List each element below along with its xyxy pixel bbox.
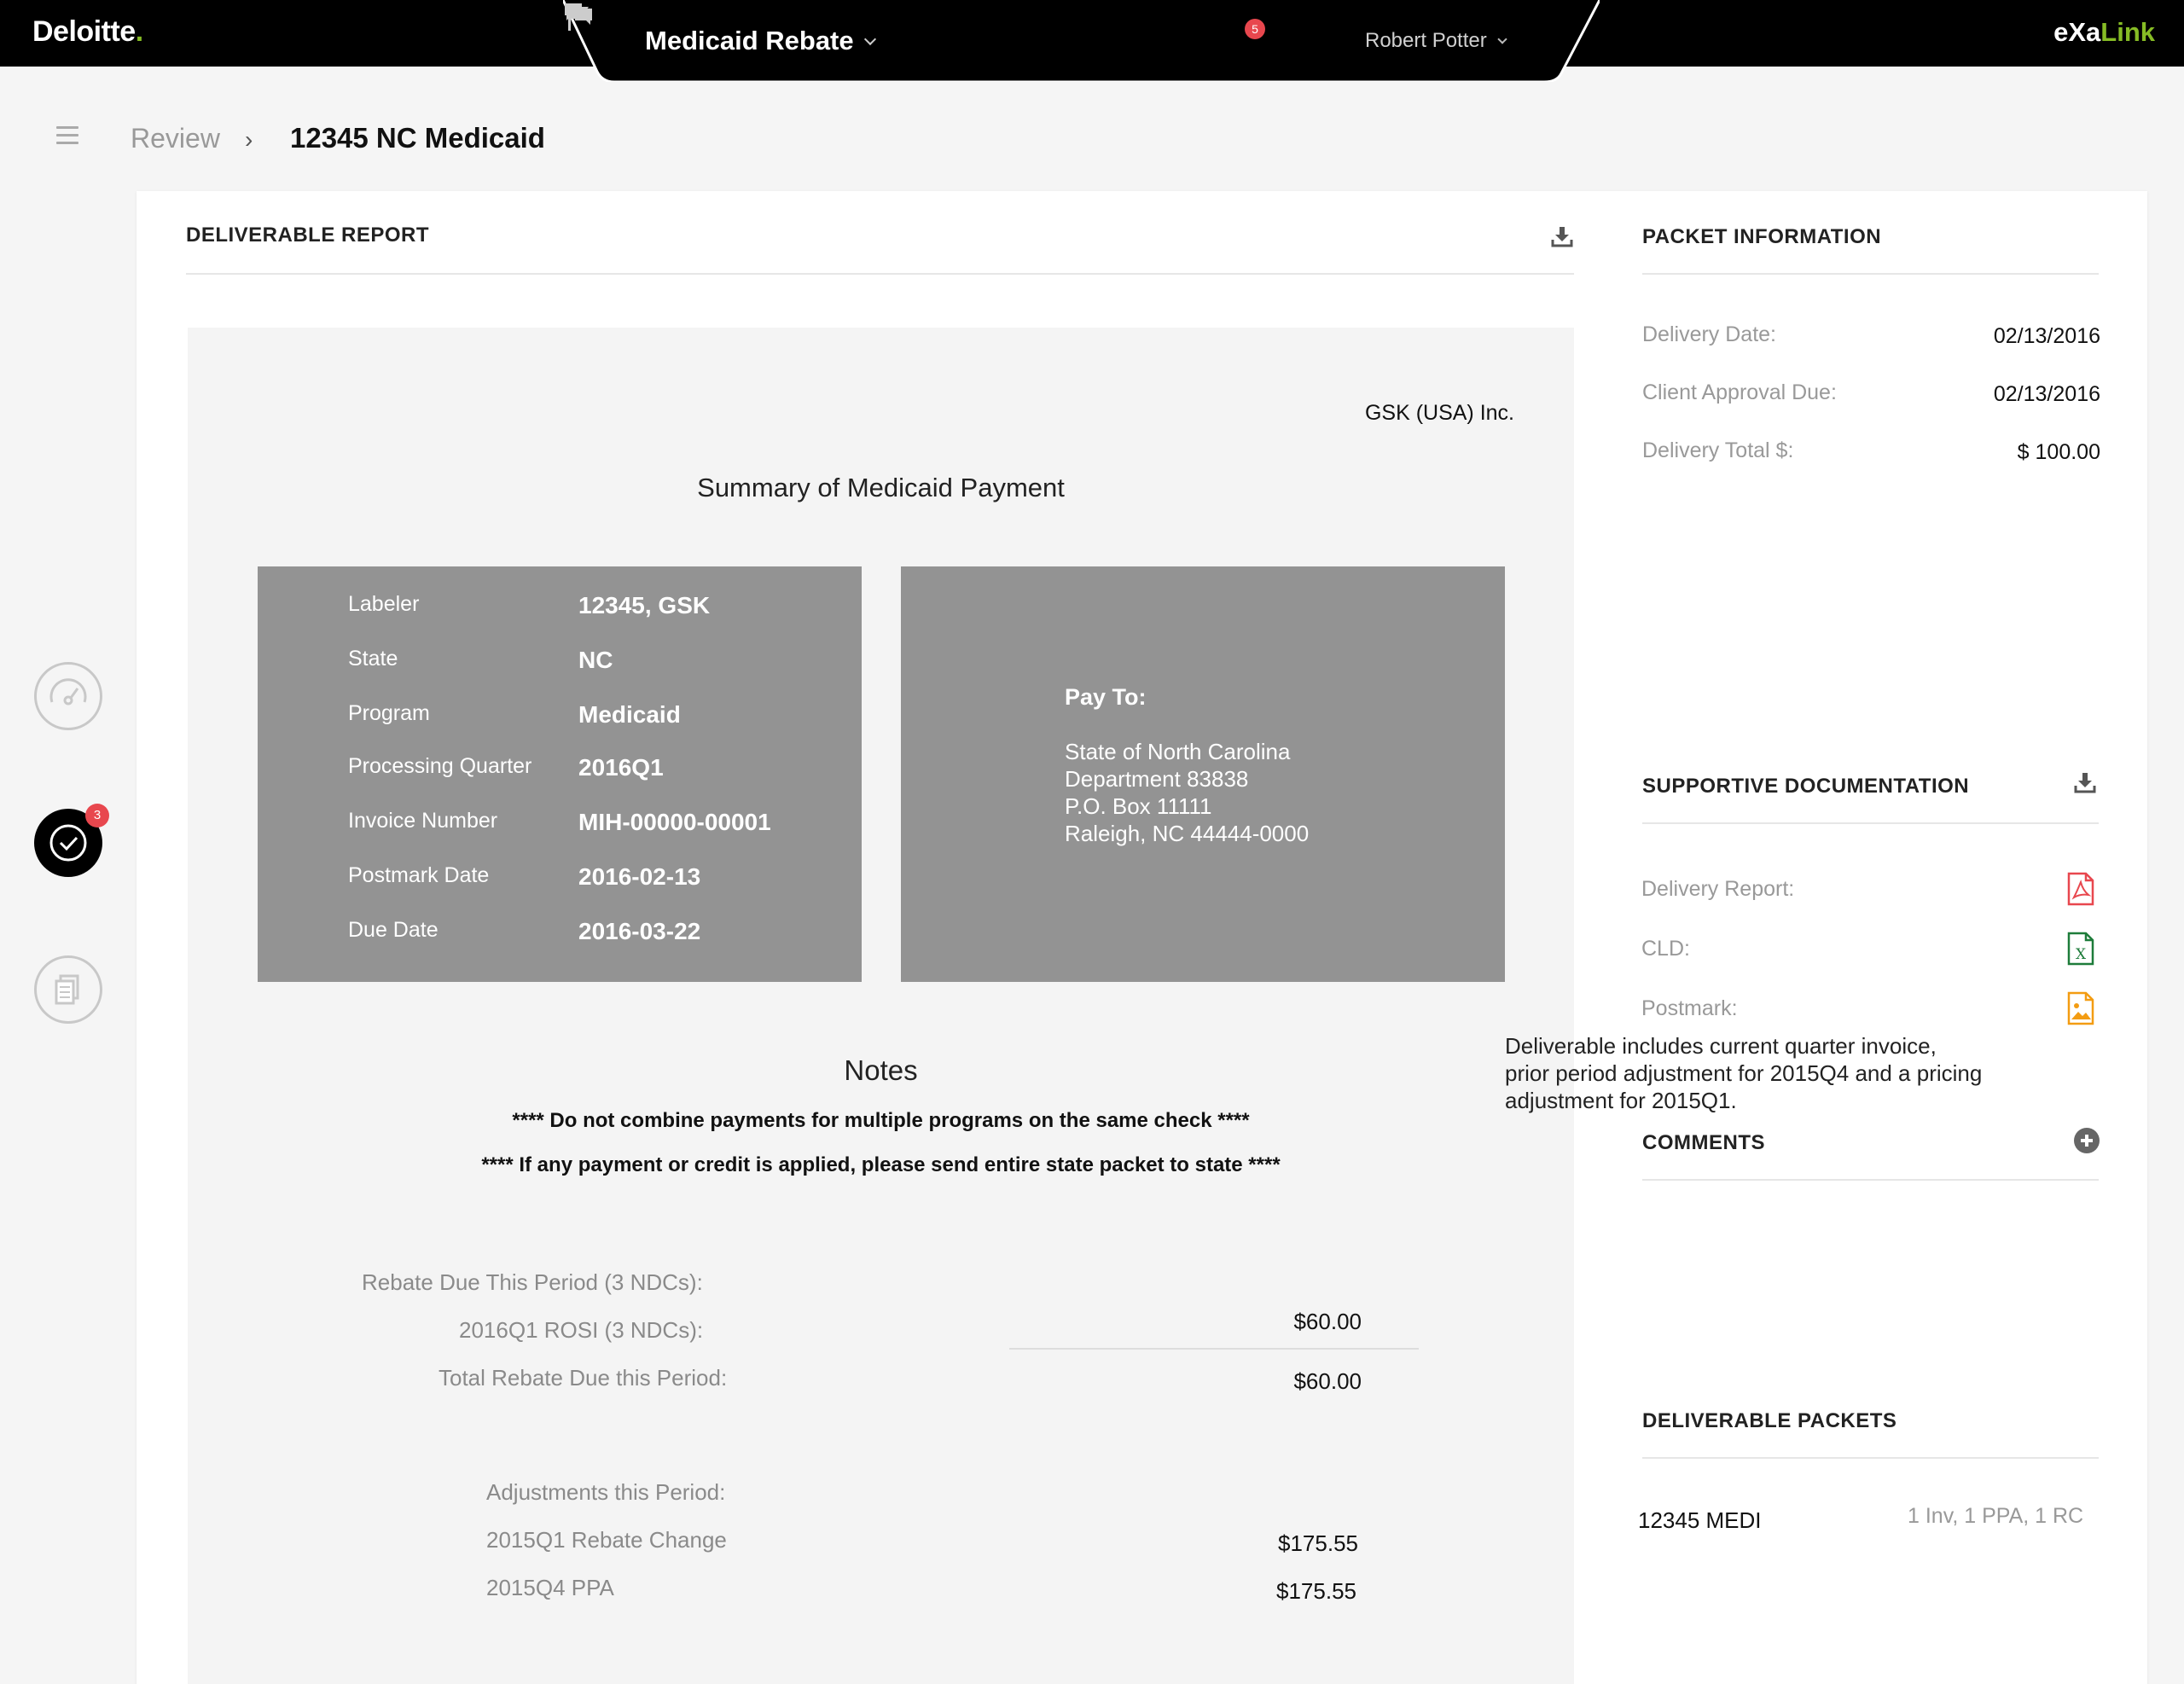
client-approval-label: Client Approval Due: [1642,380,1837,404]
postmark-label: Postmark: [1641,996,1738,1020]
app-tab: Medicaid Rebate 5 Robert Potter [563,0,1600,82]
comment-text: Deliverable includes current quarter inv… [1505,1033,1983,1113]
adjustment-value: $175.55 [1278,1530,1358,1556]
download-icon[interactable] [2074,771,2096,793]
supportive-documentation-header: SUPPORTIVE DOCUMENTATION [1642,775,1970,798]
excel-file-icon[interactable]: X [2066,932,2095,966]
adjustment-value: $175.55 [1276,1578,1356,1604]
divider [1642,273,2099,275]
comments-header: COMMENTS [1642,1131,1765,1154]
documents-icon [55,974,79,1005]
field-value: NC [578,647,613,673]
divider [1642,822,2099,824]
user-name: Robert Potter [1365,29,1487,52]
rosi-value: $60.00 [1293,1309,1362,1334]
adjustment-label: 2015Q1 Rebate Change [486,1527,727,1553]
notes-title: Notes [844,1054,918,1086]
address-line: State of North Carolina [1065,739,1291,764]
brand-dot: . [135,15,143,48]
packet-information-header: PACKET INFORMATION [1642,225,1882,248]
divider [1642,1457,2099,1459]
divider [186,273,1574,275]
rebate-due-label: Rebate Due This Period (3 NDCs): [362,1269,703,1295]
field-value: 2016-03-22 [578,918,701,944]
divider [1642,1179,2099,1181]
add-comment-icon[interactable] [2074,1128,2100,1153]
user-menu[interactable]: Robert Potter [1365,29,1507,53]
field-value: Medicaid [578,701,681,728]
exalink-logo: eXaLink [2053,17,2155,48]
field-value: 2016Q1 [578,754,664,781]
main-card: DELIVERABLE REPORT GSK (USA) Inc. Summar… [136,191,2147,1684]
download-icon[interactable] [1551,225,1573,247]
gauge-icon [49,678,87,706]
deliverable-packets-header: DELIVERABLE PACKETS [1642,1409,1897,1432]
delivery-report-label: Delivery Report: [1641,877,1795,901]
breadcrumb-review[interactable]: Review [131,123,220,154]
field-label: Due Date [348,918,439,942]
field-label: Postmark Date [348,863,490,887]
app-title: Medicaid Rebate [645,26,854,55]
delivery-total-label: Delivery Total $: [1642,438,1794,462]
field-value: 2016-02-13 [578,863,701,890]
rosi-label: 2016Q1 ROSI (3 NDCs): [459,1317,704,1343]
address-line: Raleigh, NC 44444-0000 [1065,821,1310,846]
svg-text:X: X [2076,946,2087,963]
field-label: Labeler [348,592,420,616]
company-name: GSK (USA) Inc. [1364,401,1514,425]
summary-title: Summary of Medicaid Payment [697,473,1065,502]
documents-button[interactable] [34,955,102,1024]
review-count-badge: 3 [85,804,109,827]
delivery-date-label: Delivery Date: [1642,322,1776,346]
packet-summary: 1 Inv, 1 PPA, 1 RC [1908,1504,2084,1528]
breadcrumb-separator: › [245,126,253,153]
pay-to-panel: Pay To: State of North Carolina Departme… [901,566,1505,982]
chevron-down-icon [1497,34,1507,44]
delivery-total-value: $ 100.00 [2017,440,2100,464]
field-value: 12345, GSK [578,592,711,618]
deloitte-logo[interactable]: Deloitte. [32,15,143,49]
report-document: GSK (USA) Inc. Summary of Medicaid Payme… [188,328,1574,1684]
field-label: Invoice Number [348,809,498,833]
page-title: 12345 NC Medicaid [290,122,545,154]
field-label: Processing Quarter [348,754,532,778]
chat-icon[interactable] [563,0,594,27]
product-name-part1: eXa [2053,17,2101,47]
total-rebate-label: Total Rebate Due this Period: [439,1365,728,1391]
packet-name: 12345 MEDI [1638,1507,1762,1533]
image-file-icon[interactable] [2066,991,2095,1025]
address-line: P.O. Box 11111 [1065,793,1212,819]
deliverable-report-header: DELIVERABLE REPORT [186,224,430,247]
adjustments-label: Adjustments this Period: [486,1479,726,1505]
invoice-details-panel: Labeler 12345, GSK State NC Program Medi… [258,566,862,982]
field-label: Program [348,701,430,725]
chevron-down-icon [863,32,876,46]
field-label: State [348,647,398,671]
client-approval-value: 02/13/2016 [1993,382,2100,406]
note-line: **** If any payment or credit is applied… [481,1153,1281,1176]
adjustment-label: 2015Q4 PPA [486,1575,614,1600]
hamburger-menu-icon[interactable] [56,126,78,145]
field-value: MIH-00000-00001 [578,809,771,835]
brand-name: Deloitte [32,15,136,48]
pdf-file-icon[interactable] [2066,872,2095,906]
notification-badge: 5 [1245,19,1265,39]
pay-to-label: Pay To: [1065,684,1147,710]
total-rebate-value: $60.00 [1293,1368,1362,1394]
address-line: Department 83838 [1065,766,1249,792]
app-switcher[interactable]: Medicaid Rebate [645,26,876,56]
top-bar: Deloitte. Medicaid Rebate 5 Robert Potte… [0,0,2184,82]
dashboard-button[interactable] [34,662,102,730]
total-divider [1009,1348,1419,1350]
note-line: **** Do not combine payments for multipl… [512,1109,1250,1132]
delivery-date-value: 02/13/2016 [1993,324,2100,348]
product-name-part2: Link [2100,17,2155,47]
cld-label: CLD: [1641,937,1690,961]
